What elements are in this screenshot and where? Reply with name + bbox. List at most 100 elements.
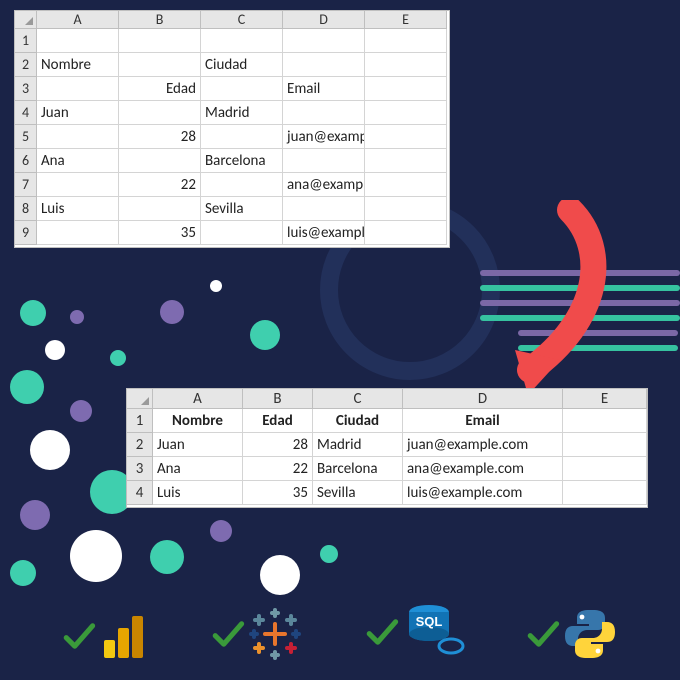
row-header[interactable]: 8 xyxy=(15,197,37,221)
cell[interactable]: 28 xyxy=(119,125,201,149)
column-header[interactable]: D xyxy=(283,11,365,29)
cell[interactable] xyxy=(365,53,447,77)
cell[interactable] xyxy=(37,221,119,245)
cell[interactable]: 35 xyxy=(243,481,313,505)
cell[interactable]: 35 xyxy=(119,221,201,245)
row-header[interactable]: 4 xyxy=(15,101,37,125)
row-header[interactable]: 5 xyxy=(15,125,37,149)
cell[interactable] xyxy=(283,197,365,221)
cell[interactable]: juan@example.com xyxy=(283,125,365,149)
column-header[interactable]: E xyxy=(365,11,447,29)
cell[interactable]: luis@example.com xyxy=(403,481,563,505)
cell[interactable] xyxy=(119,149,201,173)
cell[interactable]: Edad xyxy=(119,77,201,101)
cell[interactable]: Ciudad xyxy=(201,53,283,77)
cell[interactable]: ana@example.com xyxy=(403,457,563,481)
column-header[interactable]: B xyxy=(119,11,201,29)
column-header[interactable]: B xyxy=(243,389,313,409)
cell[interactable] xyxy=(283,29,365,53)
column-header[interactable]: A xyxy=(153,389,243,409)
cell[interactable] xyxy=(37,173,119,197)
cell[interactable]: 28 xyxy=(243,433,313,457)
cell[interactable]: Email xyxy=(283,77,365,101)
row-header[interactable]: 3 xyxy=(127,457,153,481)
header-cell[interactable]: Edad xyxy=(243,409,313,433)
cell[interactable]: Luis xyxy=(37,197,119,221)
tool-sql: SQL xyxy=(365,602,465,662)
header-cell[interactable]: Ciudad xyxy=(313,409,403,433)
cell[interactable] xyxy=(365,77,447,101)
column-header[interactable]: A xyxy=(37,11,119,29)
cell[interactable]: Ana xyxy=(37,149,119,173)
checkmark-icon xyxy=(365,615,399,649)
cell[interactable] xyxy=(365,101,447,125)
cell[interactable]: Juan xyxy=(37,101,119,125)
cell[interactable]: Madrid xyxy=(313,433,403,457)
row-header[interactable]: 7 xyxy=(15,173,37,197)
cell[interactable] xyxy=(201,221,283,245)
cell[interactable]: Luis xyxy=(153,481,243,505)
row-header[interactable]: 6 xyxy=(15,149,37,173)
tableau-icon xyxy=(247,606,303,662)
cell[interactable] xyxy=(201,77,283,101)
cell[interactable] xyxy=(37,77,119,101)
select-all-corner[interactable] xyxy=(127,389,153,409)
row-header[interactable]: 2 xyxy=(15,53,37,77)
cell[interactable]: ana@example.com xyxy=(283,173,365,197)
row-header[interactable]: 2 xyxy=(127,433,153,457)
tool-icons-row: SQL xyxy=(0,602,680,662)
cell[interactable] xyxy=(119,29,201,53)
cell[interactable]: juan@example.com xyxy=(403,433,563,457)
cell[interactable]: 22 xyxy=(119,173,201,197)
cell[interactable] xyxy=(37,29,119,53)
row-header[interactable]: 4 xyxy=(127,481,153,505)
cell[interactable] xyxy=(119,53,201,77)
header-cell[interactable]: Email xyxy=(403,409,563,433)
row-header[interactable]: 1 xyxy=(127,409,153,433)
header-cell[interactable] xyxy=(563,409,647,433)
powerbi-icon xyxy=(98,610,150,662)
cell[interactable] xyxy=(365,149,447,173)
cell[interactable]: Juan xyxy=(153,433,243,457)
row-header[interactable]: 3 xyxy=(15,77,37,101)
cell[interactable] xyxy=(119,197,201,221)
cell[interactable] xyxy=(201,173,283,197)
cell[interactable] xyxy=(201,125,283,149)
cell[interactable]: Barcelona xyxy=(201,149,283,173)
cell[interactable] xyxy=(365,173,447,197)
cell[interactable] xyxy=(283,53,365,77)
cell[interactable] xyxy=(283,101,365,125)
column-header[interactable]: C xyxy=(313,389,403,409)
cell[interactable] xyxy=(563,457,647,481)
cell[interactable]: Sevilla xyxy=(201,197,283,221)
column-header[interactable]: C xyxy=(201,11,283,29)
cell[interactable] xyxy=(119,101,201,125)
cell[interactable] xyxy=(37,125,119,149)
cell[interactable]: Barcelona xyxy=(313,457,403,481)
cell[interactable] xyxy=(365,125,447,149)
column-header[interactable]: D xyxy=(403,389,563,409)
row-header[interactable]: 9 xyxy=(15,221,37,245)
row-header[interactable]: 1 xyxy=(15,29,37,53)
cell[interactable] xyxy=(201,29,283,53)
checkmark-icon xyxy=(526,617,560,651)
header-cell[interactable]: Nombre xyxy=(153,409,243,433)
transform-arrow-icon xyxy=(420,200,620,400)
cell[interactable]: luis@example.com xyxy=(283,221,365,245)
cell[interactable]: Ana xyxy=(153,457,243,481)
cell[interactable] xyxy=(563,481,647,505)
sql-database-icon: SQL xyxy=(401,602,465,662)
cell[interactable]: Nombre xyxy=(37,53,119,77)
tool-tableau xyxy=(211,606,303,662)
cell[interactable] xyxy=(365,29,447,53)
cell[interactable] xyxy=(563,433,647,457)
cell[interactable]: Sevilla xyxy=(313,481,403,505)
select-all-corner[interactable] xyxy=(15,11,37,29)
cell[interactable] xyxy=(283,149,365,173)
cell[interactable]: 22 xyxy=(243,457,313,481)
column-header[interactable]: E xyxy=(563,389,647,409)
python-icon xyxy=(562,606,618,662)
spreadsheet-clean: ABCDE 1234 NombreEdadCiudadEmail Juan28Ma… xyxy=(126,388,648,508)
cell[interactable]: Madrid xyxy=(201,101,283,125)
svg-text:SQL: SQL xyxy=(415,614,442,629)
